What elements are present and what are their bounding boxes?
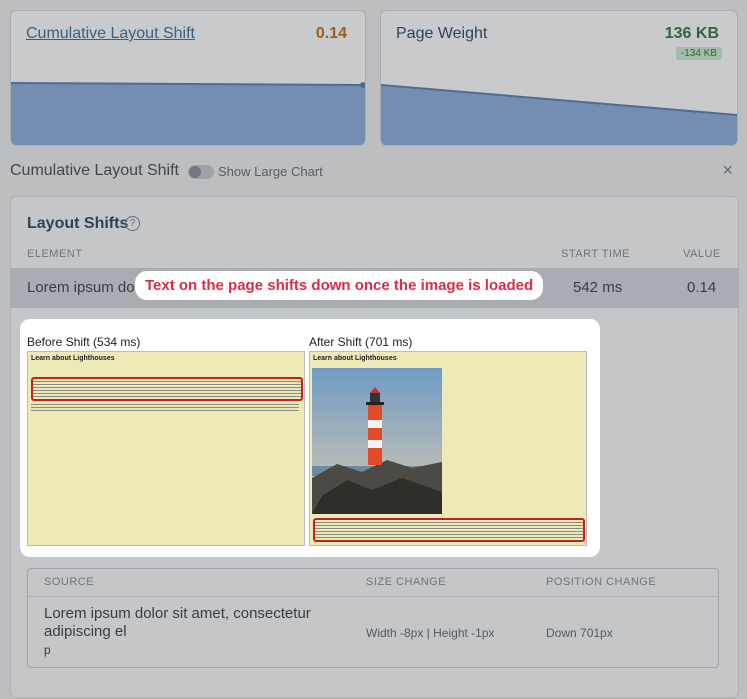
column-value: VALUE	[683, 248, 721, 260]
before-shift-screenshot: Learn about Lighthouses	[27, 351, 305, 546]
source-line-2: adipiscing el	[44, 623, 127, 640]
cls-card-title[interactable]: Cumulative Layout Shift	[26, 25, 195, 43]
page-weight-sparkline	[381, 84, 737, 145]
large-chart-toggle[interactable]	[188, 165, 214, 179]
cls-sparkline	[11, 82, 365, 145]
row-start-time: 542 ms	[573, 279, 623, 296]
column-element: ELEMENT	[27, 248, 83, 260]
lighthouse-image	[312, 368, 442, 514]
large-chart-toggle-label[interactable]: Show Large Chart	[218, 164, 323, 179]
size-change-value: Width -8px | Height -1px	[366, 626, 495, 640]
before-shift-label: Before Shift (534 ms)	[27, 335, 141, 349]
divider	[28, 596, 718, 597]
after-heading: Learn about Lighthouses	[313, 355, 397, 362]
row-value: 0.14	[687, 279, 717, 296]
row-element: Lorem ipsum do	[27, 279, 135, 296]
source-table: SOURCE SIZE CHANGE POSITION CHANGE Lorem…	[27, 568, 719, 668]
after-shift-label: After Shift (701 ms)	[309, 335, 413, 349]
shifted-text-highlight-after	[313, 518, 585, 542]
column-position-change: POSITION CHANGE	[546, 576, 657, 588]
page-weight-delta-badge: -134 KB	[675, 47, 722, 60]
column-size-change: SIZE CHANGE	[366, 576, 447, 588]
source-text: Lorem ipsum dolor sit amet, consectetur …	[44, 605, 344, 659]
column-start-time: START TIME	[561, 248, 630, 260]
source-line-3: p	[44, 643, 51, 657]
page-weight-card[interactable]: Page Weight 136 KB -134 KB	[380, 10, 738, 146]
position-change-value: Down 701px	[546, 626, 613, 640]
shift-comparison: Before Shift (534 ms) Learn about Lighth…	[20, 319, 600, 557]
shifted-text-highlight	[31, 377, 303, 401]
page-weight-title: Page Weight	[396, 25, 488, 42]
after-shift-screenshot: Learn about Lighthouses	[309, 351, 587, 546]
help-icon[interactable]: ?	[125, 216, 140, 231]
column-source: SOURCE	[44, 576, 95, 588]
cls-card-value: 0.14	[315, 25, 347, 42]
page-weight-value: 136 KB	[664, 25, 719, 42]
section-title: Cumulative Layout Shift	[10, 162, 179, 179]
text-lines	[31, 402, 299, 412]
before-heading: Learn about Lighthouses	[31, 355, 115, 362]
callout-annotation: Text on the page shifts down once the im…	[135, 271, 544, 300]
close-icon[interactable]: ×	[722, 160, 733, 181]
cls-card[interactable]: Cumulative Layout Shift 0.14	[10, 10, 366, 146]
panel-title: Layout Shifts	[27, 215, 129, 232]
source-line-1: Lorem ipsum dolor sit amet, consectetur	[44, 605, 311, 622]
